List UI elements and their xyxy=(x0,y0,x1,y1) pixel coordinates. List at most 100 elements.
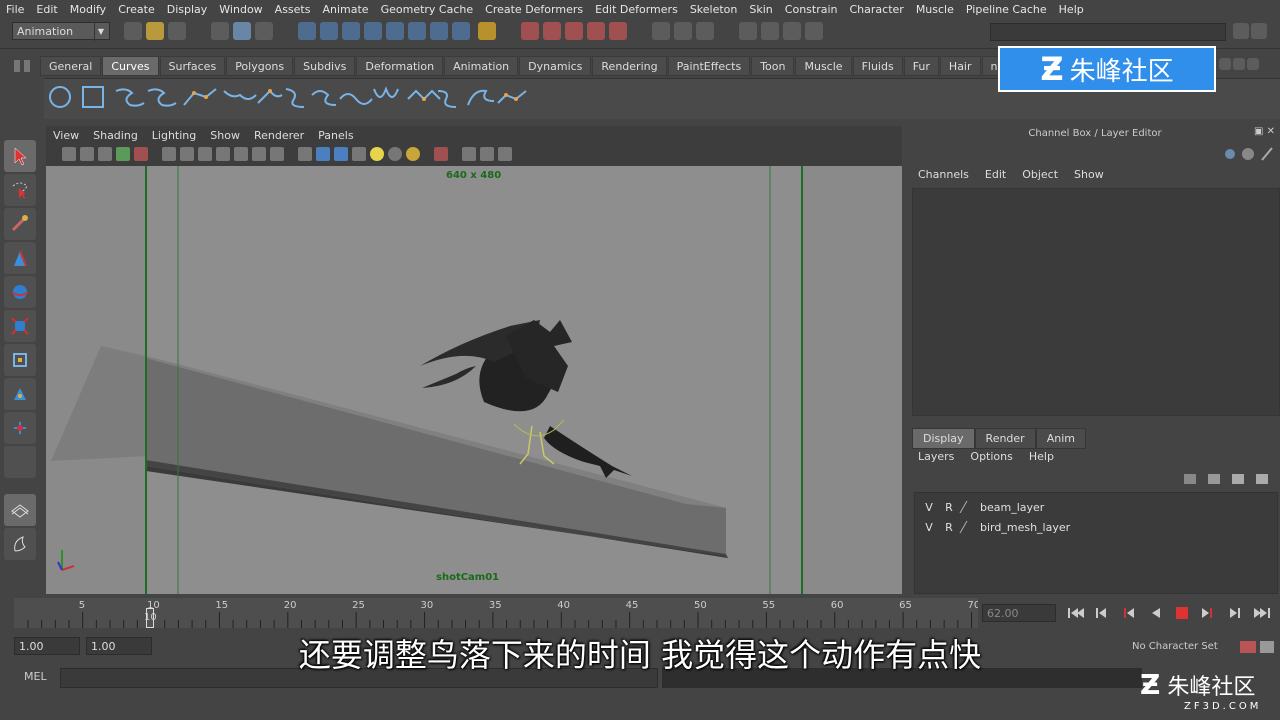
shelf-tab-subdivs[interactable]: Subdivs xyxy=(294,56,356,76)
layer-row[interactable]: V Rbird_mesh_layer xyxy=(915,517,1277,537)
wireframe-on-shaded-icon[interactable] xyxy=(334,147,348,161)
shelf-tab-muscle[interactable]: Muscle xyxy=(795,56,852,76)
select-tool-icon[interactable] xyxy=(4,140,36,172)
save-scene-icon[interactable] xyxy=(168,22,186,40)
menu-skeleton[interactable]: Skeleton xyxy=(684,3,744,16)
soft-modification-icon[interactable] xyxy=(4,378,36,410)
shelf-menu-icon[interactable] xyxy=(10,56,40,76)
menu-pipeline-cache[interactable]: Pipeline Cache xyxy=(960,3,1053,16)
two-d-pan-icon[interactable] xyxy=(134,147,148,161)
pick-joints-icon[interactable] xyxy=(320,22,338,40)
step-back-icon[interactable] xyxy=(1096,608,1106,618)
shelf-tab-rendering[interactable]: Rendering xyxy=(592,56,667,76)
shelf-tab-general[interactable]: General xyxy=(40,56,102,76)
textured-icon[interactable] xyxy=(352,147,366,161)
scroll-right-icon[interactable] xyxy=(1233,58,1245,70)
shelf-tab-fluids[interactable]: Fluids xyxy=(852,56,903,76)
new-scene-icon[interactable] xyxy=(124,22,142,40)
menu-window[interactable]: Window xyxy=(213,3,268,16)
float-icon[interactable]: ▣ xyxy=(1254,126,1263,137)
xray-joints-icon[interactable] xyxy=(480,147,494,161)
smooth-shade-icon[interactable] xyxy=(316,147,330,161)
pick-deformations-icon[interactable] xyxy=(386,22,404,40)
viewport-menu-show[interactable]: Show xyxy=(203,129,247,142)
render-settings-icon[interactable] xyxy=(804,22,823,40)
layout-single-pane-icon[interactable] xyxy=(4,494,36,526)
ipr-render-icon[interactable] xyxy=(782,22,801,40)
channel-menu-edit[interactable]: Edit xyxy=(977,168,1014,181)
select-component-icon[interactable] xyxy=(255,22,273,40)
layer-color-swatch[interactable] xyxy=(959,521,980,533)
menu-animate[interactable]: Animate xyxy=(316,3,374,16)
menu-display[interactable]: Display xyxy=(161,3,214,16)
viewport-menu-panels[interactable]: Panels xyxy=(311,129,360,142)
grid-icon[interactable] xyxy=(162,147,176,161)
layer-menu-options[interactable]: Options xyxy=(962,450,1020,463)
visibility-toggle[interactable]: V xyxy=(919,521,939,534)
render-type-toggle[interactable]: R xyxy=(939,521,959,534)
viewport-menu-renderer[interactable]: Renderer xyxy=(247,129,311,142)
snap-grid-icon[interactable] xyxy=(520,22,539,40)
attribute-editor-icon[interactable] xyxy=(1233,23,1249,39)
paint-select-tool-icon[interactable] xyxy=(4,208,36,240)
viewport-menu-view[interactable]: View xyxy=(46,129,86,142)
time-slider[interactable]: 5 10 15 20 25 30 35 40 45 50 55 60 65 70 10 xyxy=(14,598,986,628)
pick-surfaces-icon[interactable] xyxy=(364,22,382,40)
channel-area[interactable] xyxy=(912,188,1280,416)
construction-history-icon[interactable] xyxy=(695,22,714,40)
use-all-lights-icon[interactable] xyxy=(370,147,384,161)
select-hierarchy-icon[interactable] xyxy=(211,22,229,40)
viewport-3d[interactable]: 640 x 480 shotCam01 xyxy=(46,166,902,594)
manipulator-icon[interactable] xyxy=(1225,149,1235,159)
select-object-icon[interactable] xyxy=(233,22,251,40)
camera-attributes-icon[interactable] xyxy=(80,147,94,161)
layer-tab-display[interactable]: Display xyxy=(912,428,975,449)
resolution-gate-icon[interactable] xyxy=(198,147,212,161)
field-chart-icon[interactable] xyxy=(234,147,248,161)
snap-point-icon[interactable] xyxy=(564,22,583,40)
bookmarks-icon[interactable] xyxy=(98,147,112,161)
channel-box-icon[interactable] xyxy=(1251,23,1267,39)
menu-muscle[interactable]: Muscle xyxy=(910,3,960,16)
image-plane-icon[interactable] xyxy=(116,147,130,161)
close-icon[interactable]: ✕ xyxy=(1267,126,1275,137)
lock-icon[interactable] xyxy=(477,22,496,40)
shadows-icon[interactable] xyxy=(388,147,402,161)
shelf-tab-polygons[interactable]: Polygons xyxy=(226,56,294,76)
panel-layout-icon[interactable] xyxy=(498,147,512,161)
layer-tab-anim[interactable]: Anim xyxy=(1035,428,1086,449)
gate-mask-icon[interactable] xyxy=(216,147,230,161)
lasso-tool-icon[interactable] xyxy=(4,174,36,206)
snap-plane-icon[interactable] xyxy=(586,22,605,40)
menu-skin[interactable]: Skin xyxy=(743,3,778,16)
menu-create-deformers[interactable]: Create Deformers xyxy=(479,3,589,16)
shelf-tab-curves[interactable]: Curves xyxy=(102,56,159,76)
layer-tab-render[interactable]: Render xyxy=(974,428,1036,449)
speed-icon[interactable] xyxy=(1242,148,1254,160)
render-frame-icon[interactable] xyxy=(760,22,779,40)
menu-help[interactable]: Help xyxy=(1053,3,1090,16)
channel-menu-channels[interactable]: Channels xyxy=(910,168,977,181)
layer-menu-help[interactable]: Help xyxy=(1021,450,1062,463)
play-backwards-icon[interactable] xyxy=(1152,608,1160,618)
open-scene-icon[interactable] xyxy=(146,22,164,40)
current-time-field[interactable]: 62.00 xyxy=(982,604,1056,622)
safe-action-icon[interactable] xyxy=(252,147,266,161)
mode-select[interactable]: Animation ▼ xyxy=(12,22,110,41)
snap-live-icon[interactable] xyxy=(608,22,627,40)
shelf-tab-toon[interactable]: Toon xyxy=(751,56,795,76)
move-tool-icon[interactable] xyxy=(4,242,36,274)
menu-edit-deformers[interactable]: Edit Deformers xyxy=(589,3,684,16)
select-camera-icon[interactable] xyxy=(62,147,76,161)
safe-title-icon[interactable] xyxy=(270,147,284,161)
scale-tool-icon[interactable] xyxy=(4,310,36,342)
step-back-key-icon[interactable] xyxy=(1124,608,1134,618)
move-layer-down-icon[interactable] xyxy=(1208,474,1220,484)
shelf-tab-fur[interactable]: Fur xyxy=(903,56,939,76)
pick-handles-icon[interactable] xyxy=(298,22,316,40)
menu-constrain[interactable]: Constrain xyxy=(779,3,844,16)
menu-file[interactable]: File xyxy=(0,3,30,16)
input-output-icon[interactable] xyxy=(673,22,692,40)
shelf-options-icon[interactable] xyxy=(1247,58,1259,70)
film-gate-icon[interactable] xyxy=(180,147,194,161)
